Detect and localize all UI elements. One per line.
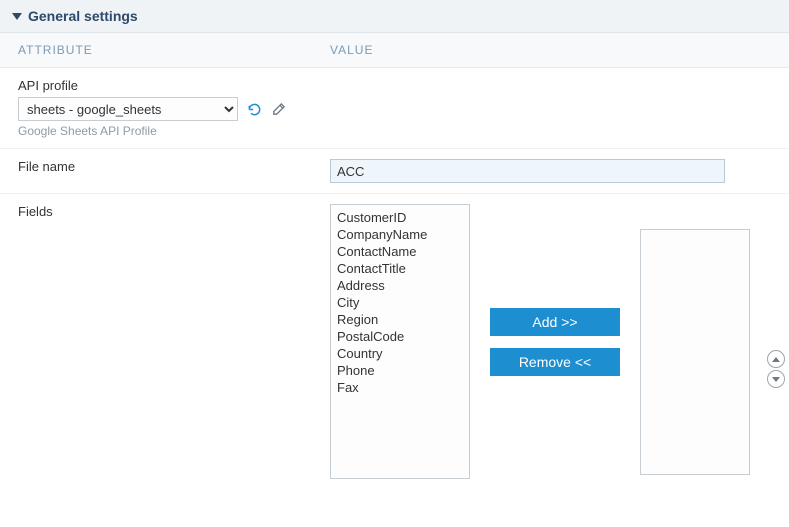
list-item[interactable]: ContactTitle [337,260,463,277]
column-headers: ATTRIBUTE VALUE [0,33,789,68]
file-name-input[interactable] [330,159,725,183]
list-item[interactable]: ContactName [337,243,463,260]
reorder-controls [767,350,785,388]
general-settings-header[interactable]: General settings [0,0,789,33]
list-item[interactable]: CompanyName [337,226,463,243]
list-item[interactable]: City [337,294,463,311]
fields-row: Fields CustomerIDCompanyNameContactNameC… [0,194,789,497]
edit-icon[interactable] [270,101,286,117]
api-profile-row: API profile sheets - google_sheets Googl… [0,68,789,149]
refresh-icon[interactable] [246,101,262,117]
selected-fields-listbox[interactable] [640,229,750,475]
list-item[interactable]: Address [337,277,463,294]
section-title: General settings [28,8,138,24]
chevron-up-icon [772,357,780,362]
list-item[interactable]: Phone [337,362,463,379]
file-name-row: File name [0,149,789,194]
api-profile-label: API profile [18,78,330,93]
list-item[interactable]: CustomerID [337,209,463,226]
collapse-icon[interactable] [12,13,22,20]
available-fields-listbox[interactable]: CustomerIDCompanyNameContactNameContactT… [330,204,470,479]
attribute-header: ATTRIBUTE [0,43,330,57]
list-item[interactable]: PostalCode [337,328,463,345]
list-item[interactable]: Fax [337,379,463,396]
remove-button[interactable]: Remove << [490,348,620,376]
move-up-button[interactable] [767,350,785,368]
api-profile-hint: Google Sheets API Profile [18,124,330,138]
list-item[interactable]: Country [337,345,463,362]
list-item[interactable]: Region [337,311,463,328]
fields-label: Fields [0,204,330,219]
file-name-label: File name [0,159,330,183]
chevron-down-icon [772,377,780,382]
move-down-button[interactable] [767,370,785,388]
add-button[interactable]: Add >> [490,308,620,336]
api-profile-select[interactable]: sheets - google_sheets [18,97,238,121]
value-header: VALUE [330,43,373,57]
